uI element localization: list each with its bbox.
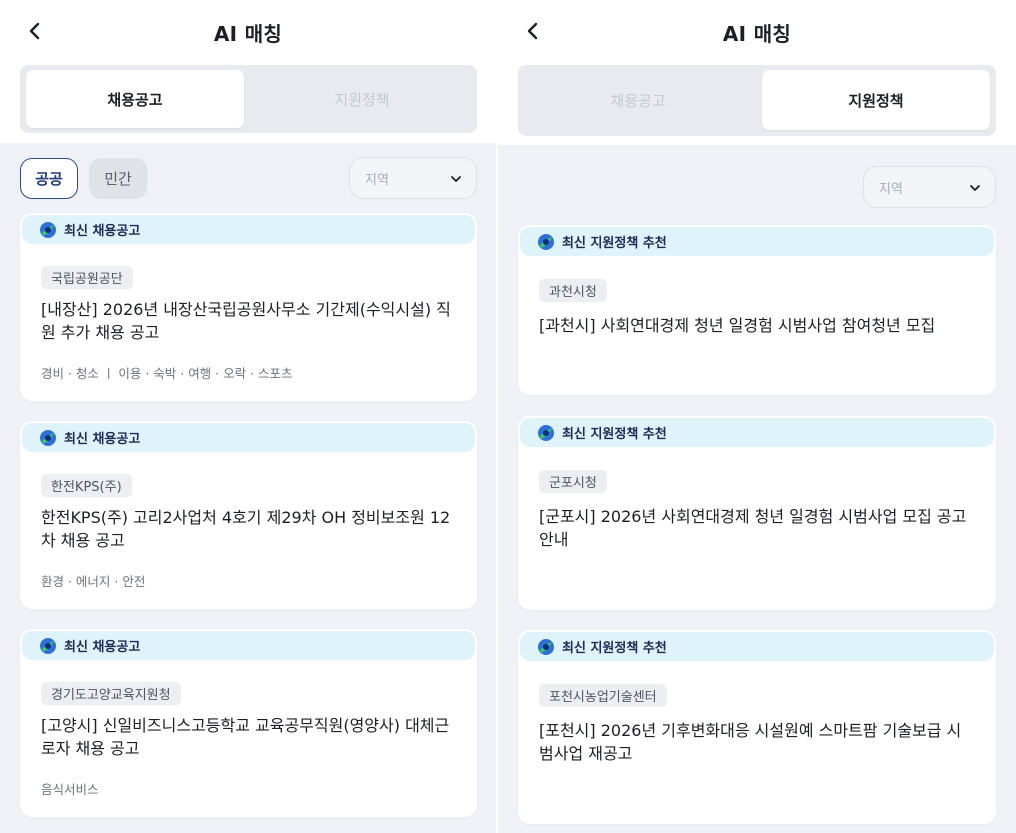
chevron-down-icon bbox=[451, 176, 461, 182]
org-badge: 과천시청 bbox=[539, 279, 607, 302]
chevron-down-icon bbox=[970, 185, 980, 191]
banner-label: 최신 지원정책 추천 bbox=[562, 236, 667, 251]
badge-logo-icon bbox=[40, 637, 56, 654]
policy-card[interactable]: 최신 지원정책 추천 군포시청 [군포시] 2026년 사회연대경제 청년 일경… bbox=[518, 416, 996, 610]
badge-logo-icon bbox=[40, 221, 56, 238]
card-banner: 최신 채용공고 bbox=[22, 215, 475, 244]
job-category: 음식서비스 bbox=[41, 782, 99, 797]
card-banner: 최신 지원정책 추천 bbox=[520, 227, 994, 256]
card-banner: 최신 지원정책 추천 bbox=[520, 632, 994, 661]
card-banner: 최신 채용공고 bbox=[22, 631, 475, 660]
banner-label: 최신 채용공고 bbox=[64, 640, 141, 655]
job-title: [내장산] 2026년 내장산국립공원사무소 기간제(수익시설) 직원 추가 채… bbox=[41, 300, 451, 342]
header-area: AI 매칭 채용공고 지원정책 bbox=[0, 0, 496, 143]
banner-label: 최신 채용공고 bbox=[64, 224, 141, 239]
org-badge: 경기도고양교육지원청 bbox=[41, 682, 181, 705]
region-placeholder: 지역 bbox=[365, 173, 389, 188]
tab-policies[interactable]: 지원정책 bbox=[762, 70, 990, 130]
tab-jobs[interactable]: 채용공고 bbox=[524, 70, 752, 130]
region-placeholder: 지역 bbox=[879, 182, 903, 197]
segmented-tabs: 채용공고 지원정책 bbox=[518, 65, 996, 136]
banner-label: 최신 지원정책 추천 bbox=[562, 427, 667, 442]
filter-chip-public[interactable]: 공공 bbox=[20, 158, 78, 199]
tab-policies[interactable]: 지원정책 bbox=[253, 70, 471, 128]
org-badge: 한전KPS(주) bbox=[41, 474, 132, 497]
card-banner: 최신 지원정책 추천 bbox=[520, 418, 994, 447]
top-bar: AI 매칭 bbox=[498, 10, 1016, 52]
banner-label: 최신 지원정책 추천 bbox=[562, 641, 667, 656]
job-category: 환경 · 에너지 · 안전 bbox=[41, 574, 146, 589]
job-title: [고양시] 신일비즈니스고등학교 교육공무직원(영양사) 대체근로자 채용 공고 bbox=[41, 716, 450, 758]
card-banner: 최신 채용공고 bbox=[22, 423, 475, 452]
org-badge: 국립공원공단 bbox=[41, 266, 133, 289]
job-card[interactable]: 최신 채용공고 경기도고양교육지원청 [고양시] 신일비즈니스고등학교 교육공무… bbox=[20, 629, 477, 817]
org-badge: 포천시농업기술센터 bbox=[539, 684, 667, 707]
policy-title: [군포시] 2026년 사회연대경제 청년 일경험 시범사업 모집 공고 안내 bbox=[539, 507, 967, 549]
job-card[interactable]: 최신 채용공고 국립공원공단 [내장산] 2026년 내장산국립공원사무소 기간… bbox=[20, 213, 477, 401]
policy-card[interactable]: 최신 지원정책 추천 과천시청 [과천시] 사회연대경제 청년 일경험 시범사업… bbox=[518, 225, 996, 395]
segmented-tabs: 채용공고 지원정책 bbox=[20, 65, 477, 133]
job-card[interactable]: 최신 채용공고 한전KPS(주) 한전KPS(주) 고리2사업처 4호기 제29… bbox=[20, 421, 477, 609]
tab-jobs[interactable]: 채용공고 bbox=[26, 70, 244, 128]
badge-logo-icon bbox=[538, 424, 554, 441]
left-screen: AI 매칭 채용공고 지원정책 공공 민간 지역 최신 채용공고 국립공원공단 … bbox=[0, 0, 496, 833]
badge-logo-icon bbox=[40, 429, 56, 446]
top-bar: AI 매칭 bbox=[0, 10, 496, 52]
org-badge: 군포시청 bbox=[539, 470, 607, 493]
right-screen: AI 매칭 채용공고 지원정책 지역 최신 지원정책 추천 과천시청 [과천시]… bbox=[498, 0, 1016, 833]
policy-card[interactable]: 최신 지원정책 추천 포천시농업기술센터 [포천시] 2026년 기후변화대응 … bbox=[518, 630, 996, 824]
region-select[interactable]: 지역 bbox=[863, 166, 996, 208]
badge-logo-icon bbox=[538, 638, 554, 655]
job-category: 경비 · 청소 ㅣ 이용 · 숙박 · 여행 · 오락 · 스포츠 bbox=[41, 366, 293, 381]
policy-title: [포천시] 2026년 기후변화대응 시설원예 스마트팜 기술보급 시범사업 재… bbox=[539, 721, 962, 763]
filter-chip-private[interactable]: 민간 bbox=[89, 158, 147, 199]
policy-title: [과천시] 사회연대경제 청년 일경험 시범사업 참여청년 모집 bbox=[539, 316, 936, 335]
page-title: AI 매칭 bbox=[213, 22, 283, 46]
banner-label: 최신 채용공고 bbox=[64, 432, 141, 447]
region-select[interactable]: 지역 bbox=[349, 157, 477, 199]
badge-logo-icon bbox=[538, 233, 554, 250]
job-title: 한전KPS(주) 고리2사업처 4호기 제29차 OH 정비보조원 12차 채용… bbox=[41, 508, 451, 550]
header-area: AI 매칭 채용공고 지원정책 bbox=[498, 0, 1016, 145]
page-title: AI 매칭 bbox=[722, 22, 792, 46]
